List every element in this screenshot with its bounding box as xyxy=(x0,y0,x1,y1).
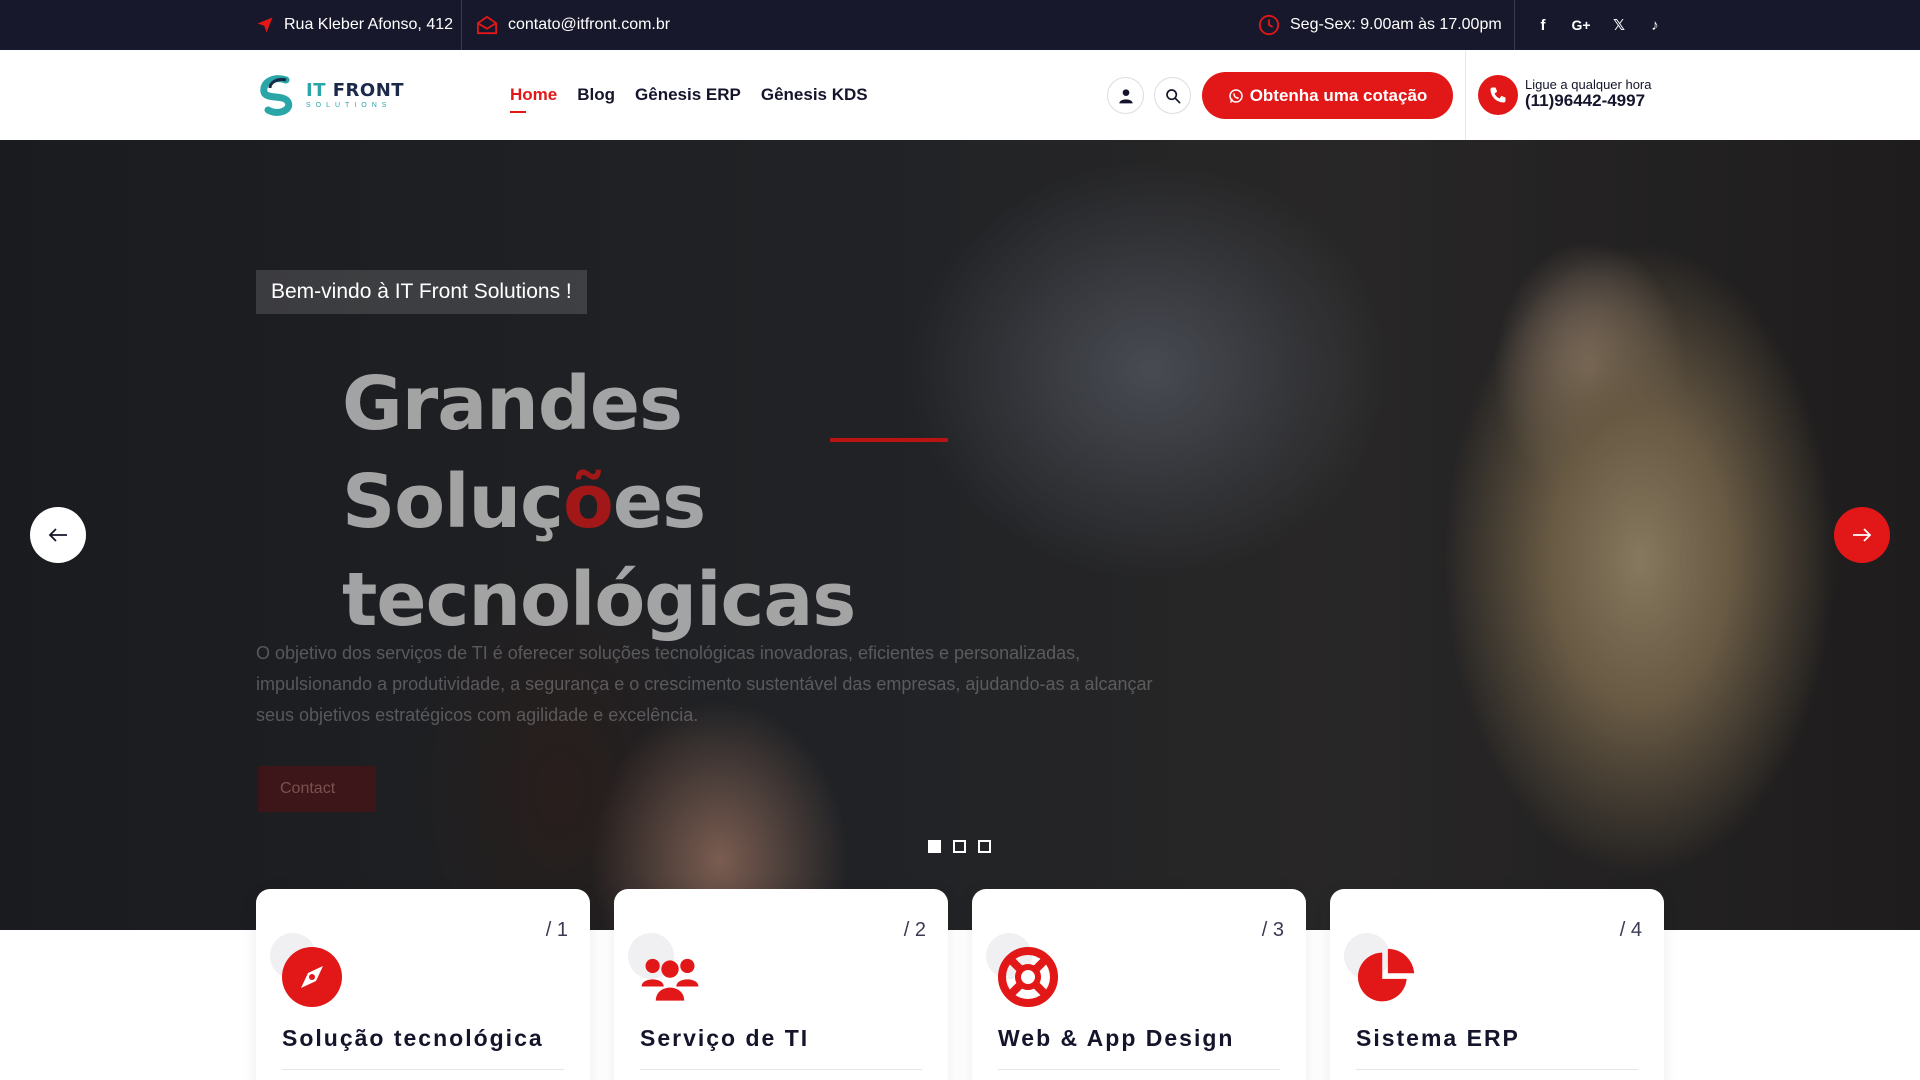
nav-blog[interactable]: Blog xyxy=(577,79,615,111)
slider-dot[interactable] xyxy=(978,840,991,853)
top-bar: Rua Kleber Afonso, 412 contato@itfront.c… xyxy=(0,0,1920,50)
arrow-right-icon xyxy=(1853,528,1872,542)
service-card[interactable]: / 3 Web & App Design xyxy=(972,889,1306,1080)
arrow-left-icon xyxy=(48,528,67,542)
logo-front: FRONT xyxy=(332,79,405,101)
whatsapp-icon xyxy=(1228,88,1243,103)
account-button[interactable] xyxy=(1107,77,1144,114)
address-info: Rua Kleber Afonso, 412 xyxy=(256,0,453,50)
hero-title-highlight: õ xyxy=(563,459,614,545)
slider-next-button[interactable] xyxy=(1834,507,1890,563)
welcome-badge: Bem-vindo à IT Front Solutions ! xyxy=(256,270,587,314)
service-card[interactable]: / 4 Sistema ERP xyxy=(1330,889,1664,1080)
service-card[interactable]: / 2 Serviço de TI xyxy=(614,889,948,1080)
lifebuoy-icon xyxy=(998,947,1058,1007)
email-link[interactable]: contato@itfront.com.br xyxy=(508,16,670,34)
nav-genesis-kds[interactable]: Gênesis KDS xyxy=(761,79,868,111)
card-number: / 2 xyxy=(903,919,926,941)
facebook-icon[interactable]: f xyxy=(1534,16,1552,34)
compass-icon xyxy=(282,947,342,1007)
tiktok-icon[interactable]: ♪ xyxy=(1646,16,1664,34)
logo-subtitle: SOLUTIONS xyxy=(306,101,392,109)
nav-genesis-erp[interactable]: Gênesis ERP xyxy=(635,79,741,111)
email-info[interactable]: contato@itfront.com.br xyxy=(476,0,670,50)
search-icon xyxy=(1165,88,1180,103)
get-quote-label: Obtenha uma cotação xyxy=(1249,85,1428,105)
card-number: / 3 xyxy=(1261,919,1284,941)
phone-caption: Ligue a qualquer hora xyxy=(1525,77,1652,92)
get-quote-button[interactable]: Obtenha uma cotação xyxy=(1202,72,1453,119)
service-card[interactable]: / 1 Solução tecnológica xyxy=(256,889,590,1080)
hero-contact-button[interactable]: Contact xyxy=(258,766,376,812)
card-title: Solução tecnológica xyxy=(282,1025,544,1051)
hero-title-part2: es xyxy=(612,459,706,545)
card-number: / 4 xyxy=(1619,919,1642,941)
card-title: Sistema ERP xyxy=(1356,1025,1520,1051)
pie-chart-icon xyxy=(1356,947,1416,1007)
nav-home[interactable]: Home xyxy=(510,79,557,113)
phone-call-icon[interactable] xyxy=(1478,75,1518,115)
logo-swirl-icon xyxy=(260,75,293,116)
social-links: f G+ 𝕏 ♪ xyxy=(1534,0,1664,50)
hours-info: Seg-Sex: 9.00am às 17.00pm xyxy=(1258,0,1502,50)
card-title: Serviço de TI xyxy=(640,1025,810,1051)
hero-title: Grandes Soluções tecnológicas xyxy=(342,355,1042,649)
hero-slider: Bem-vindo à IT Front Solutions ! Grandes… xyxy=(0,140,1920,930)
envelope-open-icon xyxy=(477,15,497,35)
user-icon xyxy=(1118,88,1133,103)
x-twitter-icon[interactable]: 𝕏 xyxy=(1610,16,1628,34)
site-logo[interactable]: IT FRONT SOLUTIONS xyxy=(256,74,404,116)
phone-number[interactable]: (11)96442-4997 xyxy=(1525,91,1652,110)
slider-prev-button[interactable] xyxy=(30,507,86,563)
slider-dot[interactable] xyxy=(928,840,941,853)
main-nav: Home Blog Gênesis ERP Gênesis KDS xyxy=(510,50,868,140)
phone-contact[interactable]: Ligue a qualquer hora (11)96442-4997 xyxy=(1525,78,1652,109)
card-number: / 1 xyxy=(545,919,568,941)
card-title: Web & App Design xyxy=(998,1025,1235,1051)
location-arrow-icon xyxy=(257,17,273,33)
hero-description: O objetivo dos serviços de TI é oferecer… xyxy=(256,643,1153,725)
main-header: IT FRONT SOLUTIONS Home Blog Gênesis ERP… xyxy=(0,50,1920,140)
title-underline xyxy=(830,438,948,442)
search-button[interactable] xyxy=(1154,77,1191,114)
hours-text: Seg-Sex: 9.00am às 17.00pm xyxy=(1290,16,1502,33)
slider-dots xyxy=(928,840,991,853)
logo-it: IT xyxy=(306,79,326,101)
clock-icon xyxy=(1258,14,1280,36)
address-text: Rua Kleber Afonso, 412 xyxy=(284,16,454,33)
hero-title-line2: tecnológicas xyxy=(342,557,856,643)
slider-dot[interactable] xyxy=(953,840,966,853)
google-plus-icon[interactable]: G+ xyxy=(1570,16,1592,34)
users-icon xyxy=(640,947,700,1007)
